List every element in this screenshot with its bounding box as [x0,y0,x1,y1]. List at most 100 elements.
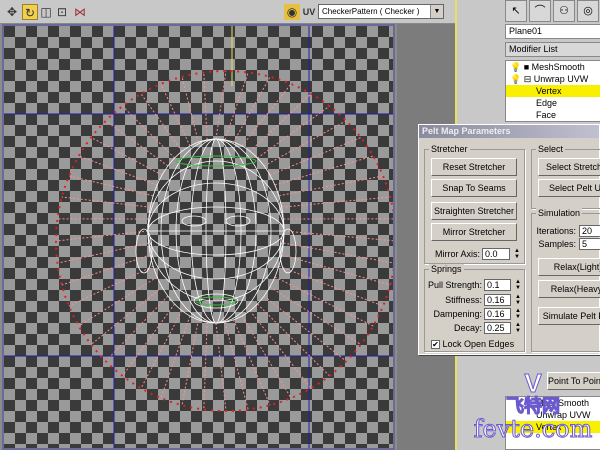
show-map-icon[interactable]: ◉ [284,4,300,20]
freeform-icon[interactable]: ⊡ [54,4,70,20]
stretcher-label: Stretcher [429,144,470,154]
move-icon[interactable]: ✥ [4,4,20,20]
scale-icon[interactable]: ◫ [38,4,54,20]
seam-ray [249,93,312,152]
seam-rays [55,70,393,412]
decay-row: Decay: 0.25 ▲ ▼ [453,322,522,334]
springs-label: Springs [429,264,464,274]
relax-heavy-button[interactable]: Relax(Heavy) [538,280,600,298]
lock-open-edges-checkbox[interactable]: ✔ Lock Open Edges [431,338,514,350]
seam-ray [269,286,362,345]
iterations-input[interactable]: 20 [579,225,600,237]
seam-ray [269,137,362,176]
select-label: Select [536,144,566,154]
create-tab-icon[interactable]: ↖ [505,0,527,22]
stretcher-group: Stretcher Reset Stretcher Snap To Seams … [424,144,525,264]
modify-tab-icon[interactable]: ⌒ [529,0,551,22]
mirror-axis-row: Mirror Axis: 0.0 ▲ ▼ [435,248,521,260]
seam-ray [215,322,227,412]
seam-ray [233,76,271,143]
select-stretcher-button[interactable]: Select Stretcher [538,158,600,176]
seam-ray [283,242,393,264]
mirror-stretcher-button[interactable]: Mirror Stretcher [431,223,517,241]
reset-stretcher-button[interactable]: Reset Stretcher [431,158,517,176]
select-group: Select Select Stretcher Select Pelt UV [531,144,600,209]
modifier-stack: 💡 ■ MeshSmooth 💡 ⊟ Unwrap UVW Vertex Edg… [505,60,600,122]
decay-input[interactable]: 0.25 [484,322,511,334]
spinner-icon[interactable]: ▲ ▼ [514,322,522,334]
pull-strength-row: Pull Strength: 0.1 ▲ ▼ [427,279,522,291]
seam-ray [160,315,191,399]
seam-ray [263,120,347,167]
spinner-icon[interactable]: ▲ ▼ [514,279,522,291]
seam-ray [140,310,183,389]
stack-item-vertex[interactable]: Vertex [506,85,600,97]
seam-ray [281,254,391,286]
uv-mesh-overlay [4,26,393,448]
command-panel-tabs: ↖ ⌒ ⚇ ◎ [505,0,599,24]
modifier-list-dropdown[interactable]: Modifier List [505,42,600,57]
stack-item-edge[interactable]: Edge [506,97,600,109]
stack-item-meshsmooth[interactable]: 💡 ■ MeshSmooth [506,61,600,73]
spinner-icon[interactable]: ▲ ▼ [513,248,521,260]
checkbox-icon[interactable]: ✔ [431,340,440,350]
seam-ray [160,83,191,147]
uv-label[interactable]: UV [300,4,318,20]
motion-tab-icon[interactable]: ◎ [577,0,599,22]
uv-viewport[interactable] [2,24,395,450]
seam-ray [105,120,169,167]
seam-ray [281,196,391,208]
seam-ray [203,72,208,140]
seam-ray [203,322,208,410]
seam-ray [55,230,149,242]
object-name-field[interactable]: Plane01 [505,24,600,39]
simulate-pelt-pull-button[interactable]: Simulate Pelt Pull [538,307,600,325]
stack-item-unwrap-uvw[interactable]: 💡 ⊟ Unwrap UVW [506,73,600,85]
springs-group: Springs Pull Strength: 0.1 ▲ ▼ Stiffness: 0.… [424,264,525,352]
seam-ray [105,295,169,362]
seam-ray [263,295,347,362]
seam-ray [278,265,384,307]
seam-ray [181,76,199,143]
watermark-logo-icon: V [524,368,542,398]
stiffness-input[interactable]: 0.16 [484,294,511,306]
mirror-icon[interactable]: ⋈ [72,4,88,20]
rotate-icon[interactable]: ↻ [22,4,38,20]
seam-ray [257,303,330,377]
dialog-title[interactable]: Pelt Map Parameters [419,125,599,138]
dampening-input[interactable]: 0.16 [484,308,511,320]
texture-dropdown-value: CheckerPattern ( Checker ) [322,7,420,16]
watermark: V 飞特网 fevte.com [468,368,598,443]
seam-ray [61,196,151,208]
seam-ray [61,254,151,286]
simulation-group: Simulation Iterations: 20 Samples: 5 Relax… [531,208,600,352]
texture-dropdown[interactable]: CheckerPattern ( Checker ) ▼ [318,4,444,19]
seam-ray [233,319,271,406]
select-pelt-uv-button[interactable]: Select Pelt UV [538,179,600,197]
iterations-row: Iterations: 20 [532,225,600,237]
grid-lines [4,26,393,448]
pelt-map-parameters-dialog: Pelt Map Parameters Stretcher Reset Stre… [418,124,600,355]
straighten-stretcher-button[interactable]: Straighten Stretcher [431,202,517,220]
seam-ray [90,137,163,176]
head-wireframe [135,138,297,324]
samples-input[interactable]: 5 [579,238,600,250]
samples-row: Samples: 5 [532,238,600,250]
simulation-label: Simulation [536,208,583,218]
seam-ray [241,83,292,147]
uv-editor-toolbar: ✥ ↻ ◫ ⊡ ⋈ ◉ UV CheckerPattern ( Checker … [0,0,455,24]
spinner-icon[interactable]: ▲ ▼ [514,294,522,306]
pull-strength-input[interactable]: 0.1 [484,279,511,291]
mirror-axis-input[interactable]: 0.0 [482,248,510,260]
chevron-down-icon[interactable]: ▼ [430,5,443,18]
spinner-icon[interactable]: ▲ ▼ [514,308,522,320]
seam-ray [78,276,158,327]
seam-ray [224,322,249,410]
stack-item-face[interactable]: Face [506,109,600,121]
hierarchy-tab-icon[interactable]: ⚇ [553,0,575,22]
seam-ray [224,72,249,140]
relax-light-button[interactable]: Relax(Light) [538,258,600,276]
snap-to-seams-button[interactable]: Snap To Seams [431,179,517,197]
dampening-row: Dampening: 0.16 ▲ ▼ [433,308,522,320]
seam-ray [68,265,154,307]
